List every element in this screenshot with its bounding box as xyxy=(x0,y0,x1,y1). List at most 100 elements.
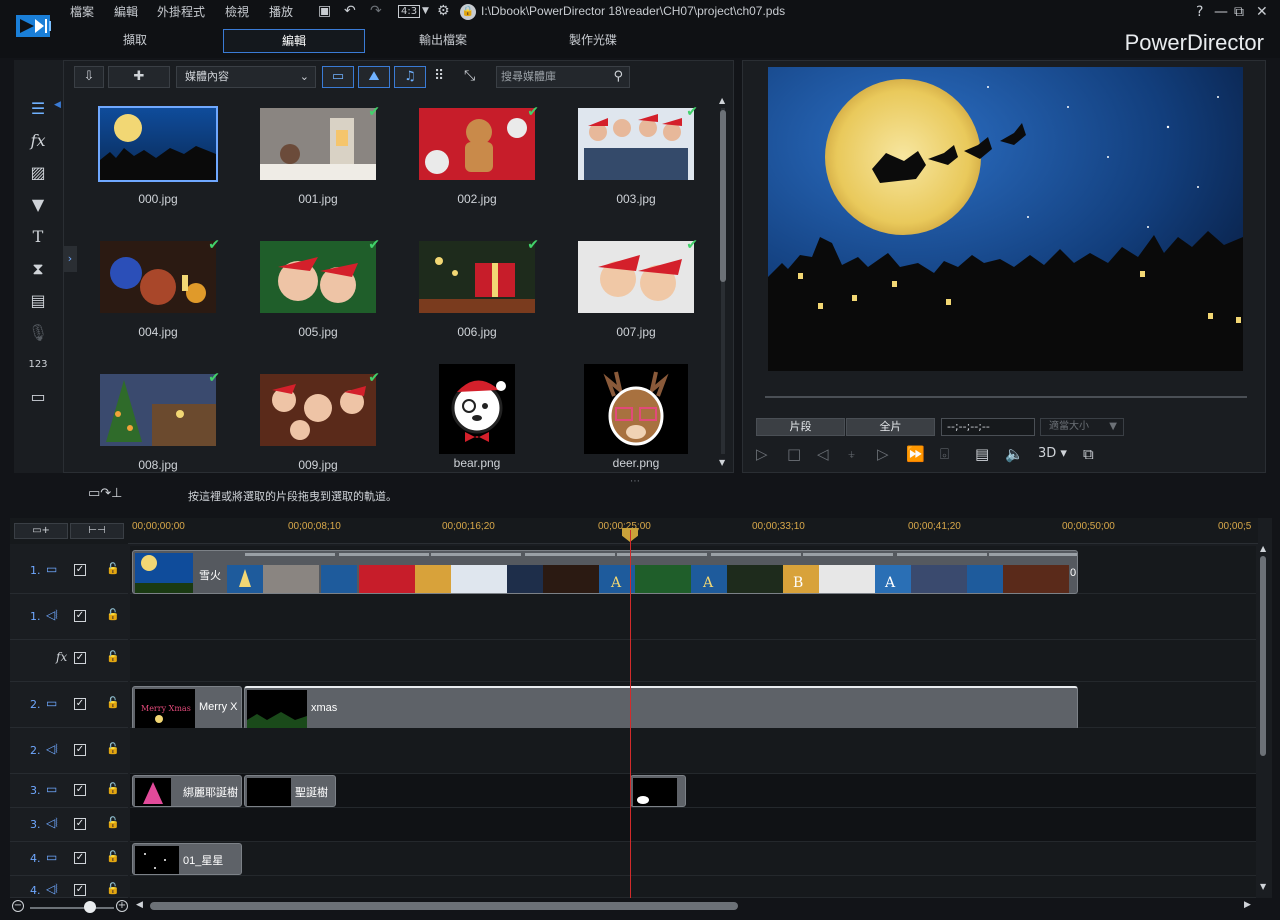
scroll-thumb[interactable] xyxy=(1260,556,1266,756)
timeline-clip-christmas-tree-1[interactable]: 綁麗耶誕樹 xyxy=(132,775,242,807)
previous-frame-icon[interactable]: ◁ xyxy=(817,445,829,463)
scroll-down-icon[interactable]: ▼ xyxy=(1260,882,1266,891)
timeline-clip-merry-xmas[interactable]: Merry Xmas Merry X xyxy=(132,686,242,730)
timeline-clip-xmas[interactable]: xmas xyxy=(244,686,1078,730)
lock-icon[interactable]: 🔓 xyxy=(106,816,120,829)
insert-clip-icon[interactable]: ▭↷⊥ xyxy=(88,486,123,501)
lock-icon[interactable]: 🔓 xyxy=(106,608,120,621)
timeline-vertical-scrollbar[interactable]: ▲ ▼ xyxy=(1258,544,1268,892)
undock-icon[interactable]: ⧉ xyxy=(1083,445,1094,463)
chevron-down-icon[interactable]: ▼ xyxy=(422,3,429,19)
track-enable-checkbox[interactable]: ✓ xyxy=(74,652,86,664)
zoom-slider-knob[interactable] xyxy=(84,901,96,913)
expand-panel-icon[interactable]: › xyxy=(63,246,77,272)
timeline-horizontal-scroll-thumb[interactable] xyxy=(150,902,738,910)
track-header-video-2[interactable]: 2. ▭ ✓ 🔓 xyxy=(10,682,128,728)
filter-audio-icon[interactable]: ♫ xyxy=(394,66,426,88)
title-room-icon[interactable]: T xyxy=(26,226,50,248)
lock-icon[interactable]: 🔓 xyxy=(106,650,120,663)
snapshot-icon[interactable]: ⌻ xyxy=(940,445,949,463)
library-scrollbar[interactable]: ▲ ▼ xyxy=(719,96,727,468)
track-body-audio-1[interactable] xyxy=(130,594,1256,640)
full-movie-mode-button[interactable]: 全片 xyxy=(846,418,935,436)
scroll-up-icon[interactable]: ▲ xyxy=(719,96,725,105)
media-item-002[interactable]: ✔ 002.jpg xyxy=(413,104,541,206)
lock-icon[interactable]: 🔓 xyxy=(106,882,120,895)
track-enable-checkbox[interactable]: ✓ xyxy=(74,564,86,576)
plugins-icon[interactable]: ✚ xyxy=(108,66,170,88)
menu-file[interactable]: 檔案 xyxy=(70,3,94,20)
aspect-ratio-button[interactable]: 4:3 xyxy=(398,5,421,18)
track-body-video-1[interactable]: A A B A 雪火 0 xyxy=(130,546,1256,594)
timecode-display[interactable]: --;--;--;-- xyxy=(941,418,1035,436)
help-icon[interactable]: ? xyxy=(1196,4,1203,20)
search-icon[interactable]: ⚲ xyxy=(613,67,623,87)
track-header-video-3[interactable]: 3. ▭ ✓ 🔓 xyxy=(10,774,128,808)
preview-fit-select[interactable]: 適當大小 ▼ xyxy=(1040,418,1124,436)
tab-edit[interactable]: 編輯 xyxy=(223,29,365,53)
subtitle-room-icon[interactable]: ▭ xyxy=(26,386,50,408)
filter-image-icon[interactable]: ⛰ xyxy=(358,66,390,88)
audio-mixing-room-icon[interactable]: ▤ xyxy=(26,290,50,312)
track-header-audio-1[interactable]: 1. ◁⦚ ✓ 🔓 xyxy=(10,594,128,640)
scroll-right-icon[interactable]: ▶ xyxy=(1244,900,1251,910)
transition-room-icon[interactable]: ⧗ xyxy=(26,258,50,280)
fit-timeline-button[interactable]: ⊢⊣ xyxy=(70,523,124,539)
splitter-handle[interactable]: ⋯ xyxy=(630,476,640,487)
fast-forward-icon[interactable]: ⏩ xyxy=(906,445,925,463)
media-item-009[interactable]: ✔ 009.jpg xyxy=(254,370,382,472)
track-body-video-3[interactable]: 綁麗耶誕樹 聖誕樹 xyxy=(130,774,1256,808)
scroll-down-icon[interactable]: ▼ xyxy=(719,458,725,467)
fx-room-icon[interactable]: fx xyxy=(26,130,50,152)
zoom-slider[interactable] xyxy=(30,907,114,909)
track-header-audio-2[interactable]: 2. ◁⦚ ✓ 🔓 xyxy=(10,728,128,774)
filter-video-icon[interactable]: ▭ xyxy=(322,66,354,88)
media-room-icon[interactable]: ☰ xyxy=(26,98,50,120)
stop-icon[interactable]: □ xyxy=(787,445,801,463)
media-item-007[interactable]: ✔ 007.jpg xyxy=(572,237,700,339)
track-body-video-2[interactable]: Merry Xmas Merry X xmas xyxy=(130,682,1256,730)
zoom-out-icon[interactable]: − xyxy=(12,900,24,912)
lock-icon[interactable]: 🔓 xyxy=(106,850,120,863)
menu-view[interactable]: 檢視 xyxy=(225,3,249,20)
3d-mode-button[interactable]: 3D ▾ xyxy=(1038,445,1067,463)
lock-icon[interactable]: 🔓 xyxy=(106,562,120,575)
track-enable-checkbox[interactable]: ✓ xyxy=(74,852,86,864)
lock-icon[interactable]: 🔓 xyxy=(106,782,120,795)
track-body-audio-4[interactable] xyxy=(130,876,1256,898)
gear-icon[interactable]: ⚙ xyxy=(437,3,450,19)
tab-produce[interactable]: 輸出檔案 xyxy=(372,29,514,53)
volume-icon[interactable]: 🔈 xyxy=(1005,445,1024,463)
media-item-001[interactable]: ✔ 001.jpg xyxy=(254,104,382,206)
track-header-audio-3[interactable]: 3. ◁⦚ ✓ 🔓 xyxy=(10,808,128,842)
powerdirector-logo-icon[interactable] xyxy=(14,12,54,42)
segment-mode-button[interactable]: 片段 xyxy=(756,418,845,436)
media-item-000[interactable]: 000.jpg xyxy=(94,106,222,206)
media-item-003[interactable]: ✔ 003.jpg xyxy=(572,104,700,206)
zoom-in-icon[interactable]: + xyxy=(116,900,128,912)
track-body-audio-2[interactable] xyxy=(130,728,1256,774)
menu-plugins[interactable]: 外掛程式 xyxy=(157,3,205,20)
view-grid-icon[interactable]: ⠿ xyxy=(434,68,444,84)
media-item-006[interactable]: ✔ 006.jpg xyxy=(413,237,541,339)
close-icon[interactable]: ✕ xyxy=(1256,4,1268,20)
particle-room-icon[interactable]: ▼ xyxy=(26,194,50,216)
redo-icon[interactable]: ↷ xyxy=(370,3,382,19)
track-manager-button[interactable]: ▭+ xyxy=(14,523,68,539)
track-enable-checkbox[interactable]: ✓ xyxy=(74,818,86,830)
lock-icon[interactable]: 🔓 xyxy=(106,742,120,755)
media-item-deer[interactable]: deer.png xyxy=(572,364,700,470)
menu-edit[interactable]: 編輯 xyxy=(114,3,138,20)
media-item-004[interactable]: ✔ 004.jpg xyxy=(94,237,222,339)
scroll-left-icon[interactable]: ◀ xyxy=(136,900,143,910)
track-body-fx[interactable] xyxy=(130,640,1256,682)
subtitle-icon[interactable]: ▤ xyxy=(975,445,989,463)
restore-icon[interactable]: ⧉ xyxy=(1234,4,1244,20)
track-header-video-4[interactable]: 4. ▭ ✓ 🔓 xyxy=(10,842,128,876)
next-frame-icon[interactable]: ▷ xyxy=(877,445,889,463)
track-header-video-1[interactable]: 1. ▭ ✓ 🔓 xyxy=(10,546,128,594)
library-search-input[interactable]: 搜尋媒體庫 ⚲ xyxy=(496,66,630,88)
track-enable-checkbox[interactable]: ✓ xyxy=(74,610,86,622)
tab-capture[interactable]: 擷取 xyxy=(64,29,206,53)
save-icon[interactable]: ▣ xyxy=(318,3,331,19)
